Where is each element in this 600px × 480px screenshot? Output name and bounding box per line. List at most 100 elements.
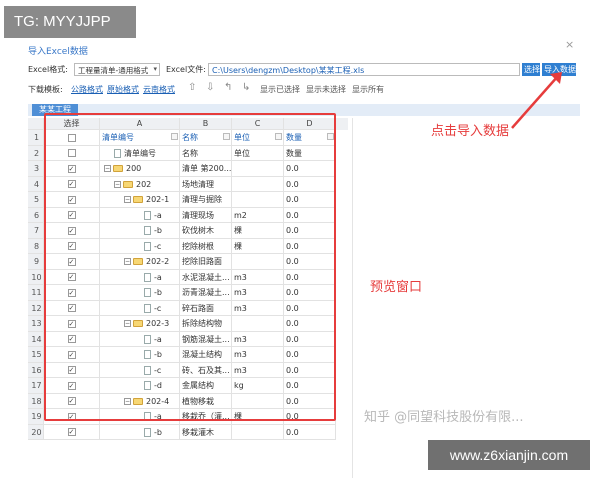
code-cell[interactable]: -c (100, 238, 180, 254)
row-checkbox[interactable] (67, 379, 76, 393)
col-header-a[interactable]: A (100, 118, 180, 130)
table-row[interactable]: 14 -a 钢筋混凝土...m30.0 (28, 331, 348, 347)
unit-cell[interactable] (232, 393, 284, 409)
unit-cell[interactable]: m3 (232, 331, 284, 347)
code-cell[interactable]: -a (100, 207, 180, 223)
select-cell[interactable] (44, 269, 100, 285)
filter-icon[interactable] (223, 133, 230, 140)
quantity-cell[interactable]: 0.0 (284, 316, 336, 332)
sub-header-d[interactable]: 数量 (284, 130, 336, 146)
quantity-cell[interactable]: 0.0 (284, 362, 336, 378)
name-cell[interactable]: 钢筋混凝土... (180, 331, 232, 347)
select-cell[interactable] (44, 347, 100, 363)
select-cell[interactable] (44, 378, 100, 394)
unit-cell[interactable]: 单位 (232, 145, 284, 161)
row-checkbox[interactable] (67, 301, 76, 315)
show-unselected-button[interactable]: 显示未选择 (306, 84, 346, 95)
table-row[interactable]: 19 -a 移栽乔（灌...棵0.0 (28, 409, 348, 425)
table-row[interactable]: 4 − 202 场地清理 0.0 (28, 176, 348, 192)
name-cell[interactable]: 场地清理 (180, 176, 232, 192)
quantity-cell[interactable]: 0.0 (284, 254, 336, 270)
name-cell[interactable]: 拆除结构物 (180, 316, 232, 332)
table-row[interactable]: 7 -b 砍伐树木棵0.0 (28, 223, 348, 239)
name-cell[interactable]: 清理与掘除 (180, 192, 232, 208)
select-cell[interactable] (44, 176, 100, 192)
select-cell[interactable] (44, 285, 100, 301)
quantity-cell[interactable]: 0.0 (284, 331, 336, 347)
unit-cell[interactable]: kg (232, 378, 284, 394)
table-row[interactable]: 5 − 202-1 清理与掘除 0.0 (28, 192, 348, 208)
code-cell[interactable]: -b (100, 285, 180, 301)
select-cell[interactable] (44, 316, 100, 332)
col-header-d[interactable]: D (284, 118, 336, 130)
template-link-yunnan[interactable]: 云南格式 (143, 84, 175, 95)
name-cell[interactable]: 砖、石及其... (180, 362, 232, 378)
select-cell[interactable] (44, 223, 100, 239)
name-cell[interactable]: 金属结构 (180, 378, 232, 394)
unit-cell[interactable] (232, 176, 284, 192)
table-row[interactable]: 8 -c 挖除树根棵0.0 (28, 238, 348, 254)
show-selected-button[interactable]: 显示已选择 (260, 84, 300, 95)
unit-cell[interactable]: m3 (232, 269, 284, 285)
excel-file-input[interactable]: C:\Users\dengzm\Desktop\某某工程.xls (208, 63, 520, 76)
unit-cell[interactable]: m3 (232, 285, 284, 301)
name-cell[interactable]: 砍伐树木 (180, 223, 232, 239)
select-cell[interactable] (44, 409, 100, 425)
code-cell[interactable]: -d (100, 378, 180, 394)
row-checkbox[interactable] (67, 410, 76, 424)
unit-cell[interactable]: m3 (232, 362, 284, 378)
code-cell[interactable]: -b (100, 223, 180, 239)
name-cell[interactable]: 名称 (180, 145, 232, 161)
col-header-c[interactable]: C (232, 118, 284, 130)
excel-format-select[interactable]: 工程量清单-通用格式 ▾ (74, 63, 160, 76)
code-cell[interactable]: -a (100, 269, 180, 285)
table-row[interactable]: 12 -c 碎石路面m30.0 (28, 300, 348, 316)
code-cell[interactable]: -a (100, 331, 180, 347)
row-checkbox[interactable] (67, 193, 76, 207)
unit-cell[interactable] (232, 192, 284, 208)
row-checkbox[interactable] (67, 270, 76, 284)
row-checkbox[interactable] (67, 208, 76, 222)
table-row[interactable]: 17 -d 金属结构kg0.0 (28, 378, 348, 394)
unit-cell[interactable]: m3 (232, 300, 284, 316)
select-cell[interactable] (44, 207, 100, 223)
select-cell[interactable] (44, 130, 100, 146)
quantity-cell[interactable]: 0.0 (284, 409, 336, 425)
table-row[interactable]: 10 -a 水泥混凝土...m30.0 (28, 269, 348, 285)
show-all-button[interactable]: 显示所有 (352, 84, 384, 95)
table-row[interactable]: 11 -b 沥青混凝土...m30.0 (28, 285, 348, 301)
table-row[interactable]: 15 -b 混凝土结构m30.0 (28, 347, 348, 363)
code-cell[interactable]: − 202-1 (100, 192, 180, 208)
name-cell[interactable]: 水泥混凝土... (180, 269, 232, 285)
name-cell[interactable]: 沥青混凝土... (180, 285, 232, 301)
row-checkbox[interactable] (67, 224, 76, 238)
template-link-original[interactable]: 原始格式 (107, 84, 139, 95)
collapse-toggle-icon[interactable]: − (124, 196, 131, 203)
row-checkbox[interactable] (67, 286, 76, 300)
quantity-cell[interactable]: 0.0 (284, 176, 336, 192)
table-row[interactable]: 3 − 200 清单 第200... 0.0 (28, 161, 348, 177)
code-cell[interactable]: -a (100, 409, 180, 425)
select-cell[interactable] (44, 424, 100, 440)
row-checkbox[interactable] (67, 394, 76, 408)
name-cell[interactable]: 移栽灌木 (180, 424, 232, 440)
select-cell[interactable] (44, 254, 100, 270)
sub-header-b[interactable]: 名称 (180, 130, 232, 146)
table-row[interactable]: 1 清单编号 名称 单位 数量 (28, 130, 348, 146)
row-checkbox[interactable] (67, 239, 76, 253)
unit-cell[interactable] (232, 161, 284, 177)
select-cell[interactable] (44, 145, 100, 161)
unit-cell[interactable] (232, 254, 284, 270)
name-cell[interactable]: 碎石路面 (180, 300, 232, 316)
quantity-cell[interactable]: 0.0 (284, 238, 336, 254)
code-cell[interactable]: − 202-4 (100, 393, 180, 409)
code-cell[interactable]: − 200 (100, 161, 180, 177)
name-cell[interactable]: 清理现场 (180, 207, 232, 223)
unit-cell[interactable] (232, 316, 284, 332)
name-cell[interactable]: 挖除树根 (180, 238, 232, 254)
quantity-cell[interactable]: 0.0 (284, 192, 336, 208)
quantity-cell[interactable]: 0.0 (284, 378, 336, 394)
arrow-down-icon[interactable]: ⇩ (206, 82, 214, 93)
unit-cell[interactable] (232, 424, 284, 440)
row-checkbox[interactable] (67, 317, 76, 331)
